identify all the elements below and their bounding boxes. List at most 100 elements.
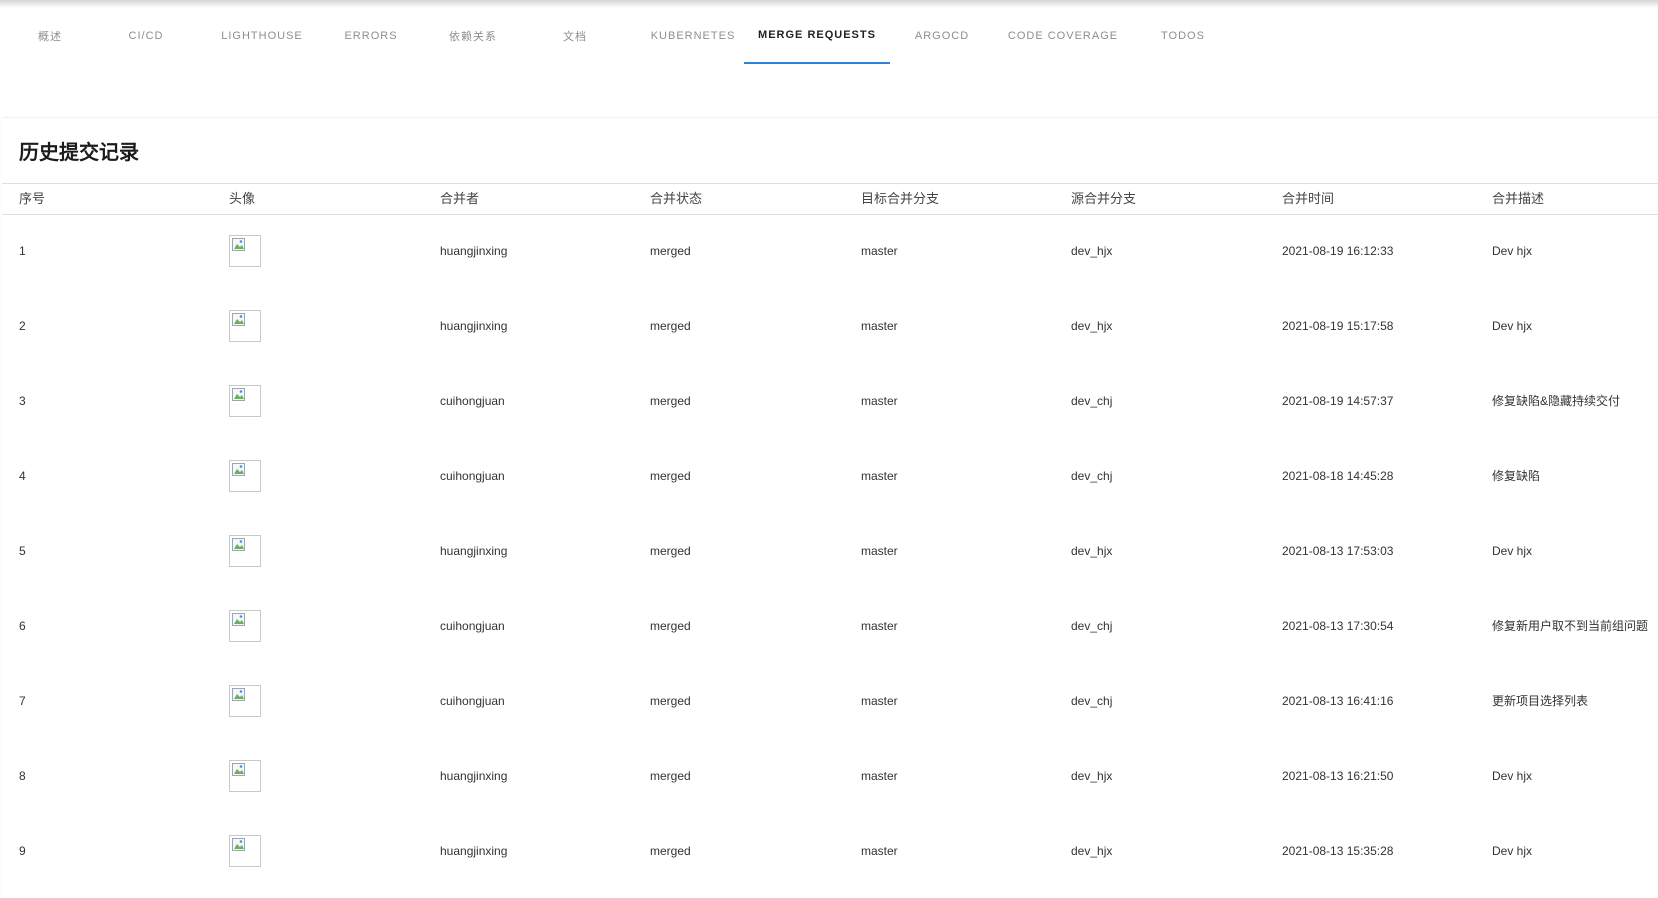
tab-lighthouse[interactable]: LIGHTHOUSE: [199, 8, 325, 64]
tab-errors[interactable]: ERRORS: [321, 8, 421, 64]
cell-source-branch: dev_hjx: [1071, 544, 1113, 558]
tab-code-coverage[interactable]: CODE COVERAGE: [994, 8, 1132, 64]
cell-source-branch: dev_hjx: [1071, 769, 1113, 783]
cell-source-branch: dev_chj: [1071, 694, 1113, 708]
tab-kubernetes[interactable]: KUBERNETES: [626, 8, 760, 64]
broken-image-icon: [232, 613, 245, 626]
cell-target-branch: master: [861, 694, 898, 708]
cell-status: merged: [650, 544, 691, 558]
cell-merge-time: 2021-08-13 17:30:54: [1282, 619, 1394, 633]
cell-source-branch: dev_chj: [1071, 619, 1113, 633]
broken-image-icon: [232, 763, 245, 776]
column-header-merger: 合并者: [440, 191, 480, 206]
tab-cicd[interactable]: CI/CD: [96, 8, 196, 64]
broken-image-icon: [232, 238, 245, 251]
cell-target-branch: master: [861, 244, 898, 258]
cell-index: 4: [19, 469, 26, 483]
cell-index: 5: [19, 544, 26, 558]
cell-merger: huangjinxing: [440, 844, 508, 858]
broken-image-icon: [232, 313, 245, 326]
broken-image-icon: [232, 838, 245, 851]
cell-description: Dev hjx: [1492, 544, 1533, 558]
cell-index: 2: [19, 319, 26, 333]
cell-merge-time: 2021-08-13 16:41:16: [1282, 694, 1394, 708]
avatar: [229, 310, 261, 342]
table-row[interactable]: 6 cuihongjuan merged master dev_chj 2021-08-1…: [2, 589, 1658, 664]
cell-target-branch: master: [861, 769, 898, 783]
tab-docs[interactable]: 文档: [525, 8, 625, 64]
avatar: [229, 610, 261, 642]
cell-index: 3: [19, 394, 26, 408]
column-header-target-branch: 目标合并分支: [861, 191, 940, 206]
table-header: 序号 头像 合并者 合并状态 目标合并分支 源合并分支 合并时间 合并描述: [2, 183, 1658, 215]
cell-merge-time: 2021-08-19 14:57:37: [1282, 394, 1394, 408]
cell-target-branch: master: [861, 394, 898, 408]
broken-image-icon: [232, 388, 245, 401]
tab-todos[interactable]: TODOS: [1133, 8, 1233, 64]
cell-target-branch: master: [861, 319, 898, 333]
cell-description: Dev hjx: [1492, 244, 1533, 258]
cell-source-branch: dev_hjx: [1071, 844, 1113, 858]
avatar: [229, 835, 261, 867]
cell-source-branch: dev_hjx: [1071, 319, 1113, 333]
column-header-merge-time: 合并时间: [1282, 191, 1335, 206]
tab-overview[interactable]: 概述: [0, 8, 100, 64]
table-row[interactable]: 4 cuihongjuan merged master dev_chj 2021-08-1…: [2, 439, 1658, 514]
table-row[interactable]: 3 cuihongjuan merged master dev_chj 2021-08-1…: [2, 364, 1658, 439]
broken-image-icon: [232, 463, 245, 476]
cell-target-branch: master: [861, 619, 898, 633]
tab-argocd[interactable]: ARGOCD: [892, 8, 992, 64]
cell-status: merged: [650, 844, 691, 858]
cell-target-branch: master: [861, 844, 898, 858]
cell-description: Dev hjx: [1492, 319, 1533, 333]
table-row[interactable]: 1 huangjinxing merged master dev_hjx 2021-08-…: [2, 214, 1658, 289]
cell-merger: huangjinxing: [440, 244, 508, 258]
avatar: [229, 460, 261, 492]
cell-merger: huangjinxing: [440, 544, 508, 558]
cell-status: merged: [650, 769, 691, 783]
cell-merger: cuihongjuan: [440, 694, 505, 708]
column-header-status: 合并状态: [650, 191, 703, 206]
cell-description: Dev hjx: [1492, 844, 1533, 858]
cell-description: 修复缺陷&隐藏持续交付: [1492, 394, 1621, 408]
cell-description: Dev hjx: [1492, 769, 1533, 783]
cell-merge-time: 2021-08-13 15:35:28: [1282, 844, 1394, 858]
column-header-avatar: 头像: [229, 191, 256, 206]
cell-status: merged: [650, 469, 691, 483]
avatar: [229, 235, 261, 267]
table-row[interactable]: 5 huangjinxing merged master dev_hjx 2021-08-…: [2, 514, 1658, 589]
cell-index: 9: [19, 844, 26, 858]
cell-status: merged: [650, 319, 691, 333]
cell-merge-time: 2021-08-19 15:17:58: [1282, 319, 1394, 333]
cell-merger: huangjinxing: [440, 769, 508, 783]
table-row[interactable]: 8 huangjinxing merged master dev_hjx 2021-08-…: [2, 739, 1658, 814]
column-header-description: 合并描述: [1492, 191, 1545, 206]
cell-merger: cuihongjuan: [440, 394, 505, 408]
table-row[interactable]: 2 huangjinxing merged master dev_hjx 2021-08-…: [2, 289, 1658, 364]
cell-status: merged: [650, 394, 691, 408]
table-row[interactable]: 9 huangjinxing merged master dev_hjx 2021-08-…: [2, 814, 1658, 889]
column-header-index: 序号: [19, 191, 46, 206]
cell-target-branch: master: [861, 544, 898, 558]
cell-source-branch: dev_chj: [1071, 394, 1113, 408]
cell-source-branch: dev_chj: [1071, 469, 1113, 483]
tab-merge-requests[interactable]: MERGE REQUESTS: [744, 8, 890, 64]
cell-index: 6: [19, 619, 26, 633]
avatar: [229, 535, 261, 567]
project-tabs: 概述 CI/CD LIGHTHOUSE ERRORS 依赖关系 文档 KUBER…: [0, 0, 1658, 64]
tab-dependencies[interactable]: 依赖关系: [423, 8, 523, 64]
avatar: [229, 685, 261, 717]
cell-merge-time: 2021-08-13 17:53:03: [1282, 544, 1394, 558]
cell-index: 7: [19, 694, 26, 708]
cell-source-branch: dev_hjx: [1071, 244, 1113, 258]
cell-merger: cuihongjuan: [440, 469, 505, 483]
column-header-source-branch: 源合并分支: [1071, 191, 1137, 206]
cell-description: 更新项目选择列表: [1492, 694, 1589, 708]
cell-merge-time: 2021-08-18 14:45:28: [1282, 469, 1394, 483]
avatar: [229, 760, 261, 792]
table-row[interactable]: 7 cuihongjuan merged master dev_chj 2021-08-1…: [2, 664, 1658, 739]
cell-merger: cuihongjuan: [440, 619, 505, 633]
cell-merge-time: 2021-08-13 16:21:50: [1282, 769, 1394, 783]
cell-index: 8: [19, 769, 26, 783]
cell-target-branch: master: [861, 469, 898, 483]
